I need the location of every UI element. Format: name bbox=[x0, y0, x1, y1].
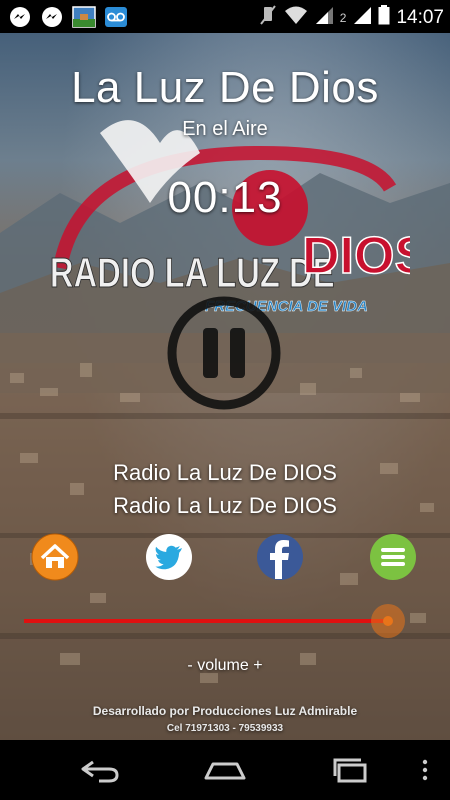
player-screen: RADIO LA LUZ DE DIOS FRECUENCIA DE VIDA … bbox=[0, 33, 450, 740]
home-nav-button[interactable] bbox=[200, 754, 250, 786]
logo-line1: RADIO LA LUZ DE bbox=[50, 249, 335, 296]
overflow-menu-icon[interactable] bbox=[418, 754, 432, 786]
notification-icons bbox=[8, 5, 128, 29]
facebook-button[interactable] bbox=[256, 533, 304, 581]
logo-line2: DIOS bbox=[302, 227, 410, 285]
on-air-status: En el Aire bbox=[182, 118, 268, 140]
system-icons: 2 14:07 bbox=[258, 4, 444, 31]
back-button[interactable] bbox=[75, 754, 125, 786]
mute-icon bbox=[258, 4, 278, 31]
menu-button[interactable] bbox=[369, 533, 417, 581]
clock: 14:07 bbox=[396, 6, 444, 28]
home-button[interactable] bbox=[31, 533, 79, 581]
status-bar: 2 14:07 bbox=[0, 0, 450, 33]
volume-slider-thumb[interactable] bbox=[370, 603, 406, 639]
gallery-thumbnail-icon bbox=[72, 5, 96, 29]
twitter-button[interactable] bbox=[145, 533, 193, 581]
wifi-icon bbox=[284, 5, 308, 30]
messenger-icon bbox=[40, 5, 64, 29]
pause-button[interactable] bbox=[166, 295, 282, 411]
signal-icon bbox=[352, 5, 372, 30]
navigation-bar bbox=[0, 740, 450, 800]
battery-icon bbox=[378, 5, 390, 30]
contact-phone: Cel 71971303 - 79539933 bbox=[166, 723, 284, 734]
volume-label: - volume + bbox=[187, 657, 263, 674]
station-name-primary: Radio La Luz De DIOS bbox=[113, 460, 337, 485]
elapsed-time: 00:13 bbox=[167, 173, 283, 222]
volume-slider-track[interactable] bbox=[24, 619, 390, 623]
signal-icon bbox=[314, 5, 334, 30]
voicemail-icon bbox=[104, 5, 128, 29]
station-title: La Luz De Dios bbox=[71, 63, 379, 112]
recent-apps-button[interactable] bbox=[325, 754, 375, 786]
hamburger-icon bbox=[381, 548, 405, 566]
developer-credits: Desarrollado por Producciones Luz Admira… bbox=[92, 704, 358, 718]
station-name-secondary: Radio La Luz De DIOS bbox=[113, 493, 337, 518]
messenger-icon bbox=[8, 5, 32, 29]
sim-label: 2 bbox=[339, 10, 347, 25]
